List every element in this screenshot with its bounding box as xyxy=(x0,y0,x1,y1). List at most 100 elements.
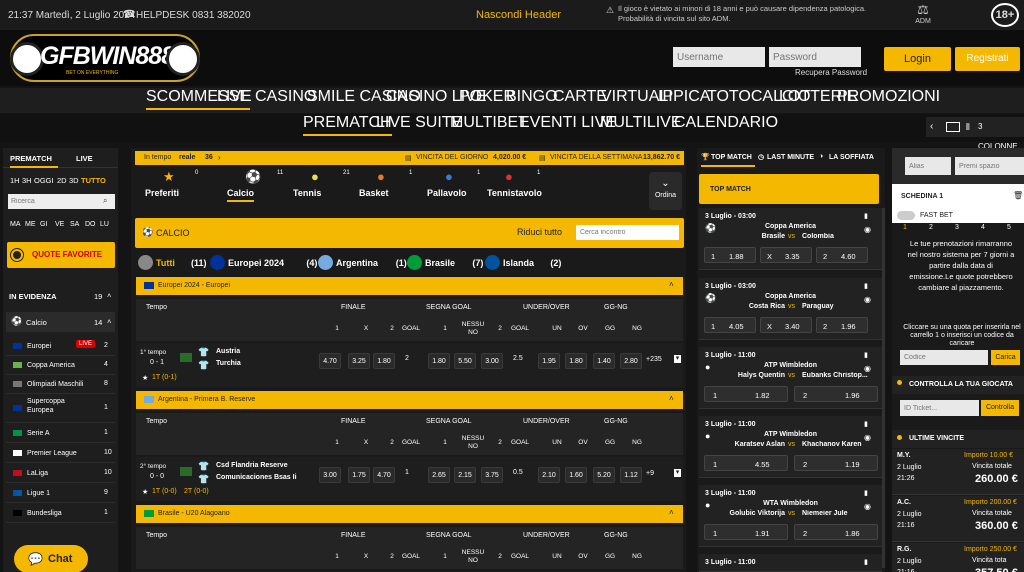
match-search-input[interactable] xyxy=(576,225,679,240)
tab-top-match[interactable]: TOP MATCH xyxy=(711,154,752,161)
odd-5[interactable]: 2.15 xyxy=(454,467,476,483)
scrollbar[interactable] xyxy=(882,208,885,568)
sport-tab-3[interactable]: Basket xyxy=(359,188,389,198)
filter-name-1[interactable]: Europei 2024 xyxy=(228,258,284,268)
odd-2[interactable]: 1.80 xyxy=(373,353,395,369)
odd-0[interactable]: 3.00 xyxy=(319,467,341,483)
sort-button[interactable]: ⌄ Ordina xyxy=(649,172,682,210)
league-item[interactable]: Ligue 1 9 xyxy=(6,483,115,503)
nav-item-9[interactable]: IPPICA xyxy=(658,88,710,106)
day-filter-3[interactable]: VE xyxy=(55,221,64,228)
sport-tab-2[interactable]: Tennis xyxy=(293,188,321,198)
odd-10[interactable]: 5.20 xyxy=(593,467,615,483)
fast-bet-toggle[interactable] xyxy=(897,211,915,220)
nav-item-12[interactable]: PROMOZIONI xyxy=(837,88,940,106)
chevron-left-icon[interactable]: ‹ xyxy=(930,117,933,137)
betslip-tab-1[interactable]: 2 xyxy=(929,224,933,231)
chevron-up-icon[interactable]: ˄ xyxy=(107,291,111,300)
odd-5[interactable]: 5.50 xyxy=(454,353,476,369)
sport-tab-5[interactable]: Tennistavolo xyxy=(487,188,542,198)
sport-tab-0[interactable]: Preferiti xyxy=(145,188,179,198)
day-filter-6[interactable]: LU xyxy=(100,221,109,228)
odd-6[interactable]: 3.00 xyxy=(481,353,503,369)
username-input[interactable] xyxy=(673,47,765,67)
trash-icon[interactable]: 🗑 xyxy=(1013,191,1023,200)
chat-button[interactable]: 💬 Chat xyxy=(14,545,88,572)
sport-tab-4[interactable]: Pallavolo xyxy=(427,188,467,198)
register-button[interactable]: Registrati xyxy=(955,47,1020,71)
match-row[interactable]: 1° tempo 0 - 1 👕 👕 Austria Turchia ★ 1T (0-1) 4.… xyxy=(136,343,683,387)
league-item[interactable]: Europei LIVE 2 xyxy=(6,336,115,356)
odd-4[interactable]: 1.80 xyxy=(428,353,450,369)
hide-header-link[interactable]: Nascondi Header xyxy=(476,9,561,21)
league-item[interactable]: Supercoppa Europea 1 xyxy=(6,393,115,423)
chevron-up-icon[interactable]: ˄ xyxy=(669,394,674,403)
columns-toggle[interactable]: ‹ 3 COLONNE ⫴ xyxy=(926,117,1024,151)
group-bar[interactable]: Argentina - Primera B. Reserve ˄ xyxy=(136,391,683,409)
time-filter-3[interactable]: 2D xyxy=(57,176,67,185)
chevron-up-icon[interactable]: ˄ xyxy=(669,280,674,289)
league-item[interactable]: Bundesliga 1 xyxy=(6,503,115,523)
league-item[interactable]: Olimpiadi Maschili 8 xyxy=(6,374,115,394)
league-item[interactable]: Premier League 10 xyxy=(6,443,115,463)
filter-name-2[interactable]: Argentina xyxy=(336,258,378,268)
nav-item-1[interactable]: LIVE xyxy=(217,88,252,106)
top-match-card[interactable]: 3 Luglio - 11:00 ▮ ● WTA Wimbledon ◉ Golubic … xyxy=(699,485,882,547)
odd-button[interactable]: 1 4.55 xyxy=(704,455,788,471)
league-item[interactable]: Coppa America 4 xyxy=(6,355,115,375)
league-item[interactable]: Serie A 1 xyxy=(6,423,115,443)
betslip-tab-4[interactable]: 5 xyxy=(1007,224,1011,231)
odd-1[interactable]: 3.25 xyxy=(348,353,370,369)
time-filter-0[interactable]: 1H xyxy=(10,176,20,185)
grid-icon[interactable] xyxy=(946,122,960,132)
star-icon[interactable]: ★ xyxy=(142,374,148,382)
betslip-tab-2[interactable]: 3 xyxy=(955,224,959,231)
odd-4[interactable]: 2.65 xyxy=(428,467,450,483)
odd-button[interactable]: X 3.35 xyxy=(760,247,812,263)
odd-11[interactable]: 2.80 xyxy=(620,353,642,369)
nav-item-7[interactable]: CARTE xyxy=(553,88,607,106)
top-match-card[interactable]: 3 Luglio - 03:00 ▮ ⚽ Coppa America ◉ Brasile v… xyxy=(699,208,882,270)
tab-last-minute[interactable]: LAST MINUTE xyxy=(767,154,814,161)
odd-6[interactable]: 3.75 xyxy=(481,467,503,483)
chevron-down-icon[interactable]: ▾ xyxy=(674,355,681,363)
left-search-input[interactable] xyxy=(8,194,100,209)
odd-button[interactable]: 2 1.86 xyxy=(794,524,878,540)
odd-1[interactable]: 1.75 xyxy=(348,467,370,483)
odd-button[interactable]: 1 1.88 xyxy=(704,247,756,263)
ticket-id-input[interactable] xyxy=(900,400,979,416)
odd-10[interactable]: 1.40 xyxy=(593,353,615,369)
odd-button[interactable]: 1 4.05 xyxy=(704,317,756,333)
top-match-card[interactable]: 3 Luglio - 11:00 ▮ ● ATP Wimbledon ◉ Karatsev… xyxy=(699,416,882,478)
chevron-down-icon[interactable]: ▾ xyxy=(674,469,681,477)
schedina-title[interactable]: SCHEDINA 1 xyxy=(901,193,943,200)
odd-button[interactable]: 1 1.82 xyxy=(704,386,788,402)
nav-sub-item-5[interactable]: CALENDARIO xyxy=(674,114,778,132)
nav-item-6[interactable]: BINGO xyxy=(506,88,558,106)
odd-0[interactable]: 4.70 xyxy=(319,353,341,369)
day-filter-1[interactable]: ME xyxy=(25,221,36,228)
day-filter-0[interactable]: MA xyxy=(10,221,21,228)
odd-button[interactable]: 2 1.19 xyxy=(794,455,878,471)
star-icon[interactable]: ★ xyxy=(142,488,148,496)
top-match-card[interactable]: 3 Luglio - 11:00 ▮ xyxy=(699,554,882,572)
day-filter-2[interactable]: GI xyxy=(40,221,47,228)
group-bar[interactable]: Brasile - U20 Alagoano ˄ xyxy=(136,505,683,523)
reale-label[interactable]: reale xyxy=(179,154,195,161)
filter-name-0[interactable]: Tutti xyxy=(156,258,175,268)
odd-11[interactable]: 1.12 xyxy=(620,467,642,483)
odd-button[interactable]: X 3.40 xyxy=(760,317,812,333)
top-match-card[interactable]: 3 Luglio - 11:00 ▮ ● ATP Wimbledon ◉ Halys Qu… xyxy=(699,347,882,409)
password-input[interactable] xyxy=(769,47,861,67)
filter-name-4[interactable]: Islanda xyxy=(503,258,534,268)
favorite-odds-button[interactable]: QUOTE FAVORITE xyxy=(7,242,115,268)
nav-sub-item-4[interactable]: MULTILIVE xyxy=(600,114,682,132)
collapse-all-link[interactable]: Riduci tutto xyxy=(517,227,562,237)
group-bar[interactable]: Europei 2024 - Europei ˄ xyxy=(136,277,683,295)
top-match-card[interactable]: 3 Luglio - 03:00 ▮ ⚽ Coppa America ◉ Costa Ri… xyxy=(699,278,882,340)
time-filter-5[interactable]: TUTTO xyxy=(81,176,106,185)
filter-name-3[interactable]: Brasile xyxy=(425,258,455,268)
odd-9[interactable]: 1.60 xyxy=(565,467,587,483)
chevron-right-icon[interactable]: › xyxy=(218,153,221,162)
odd-2[interactable]: 4.70 xyxy=(373,467,395,483)
